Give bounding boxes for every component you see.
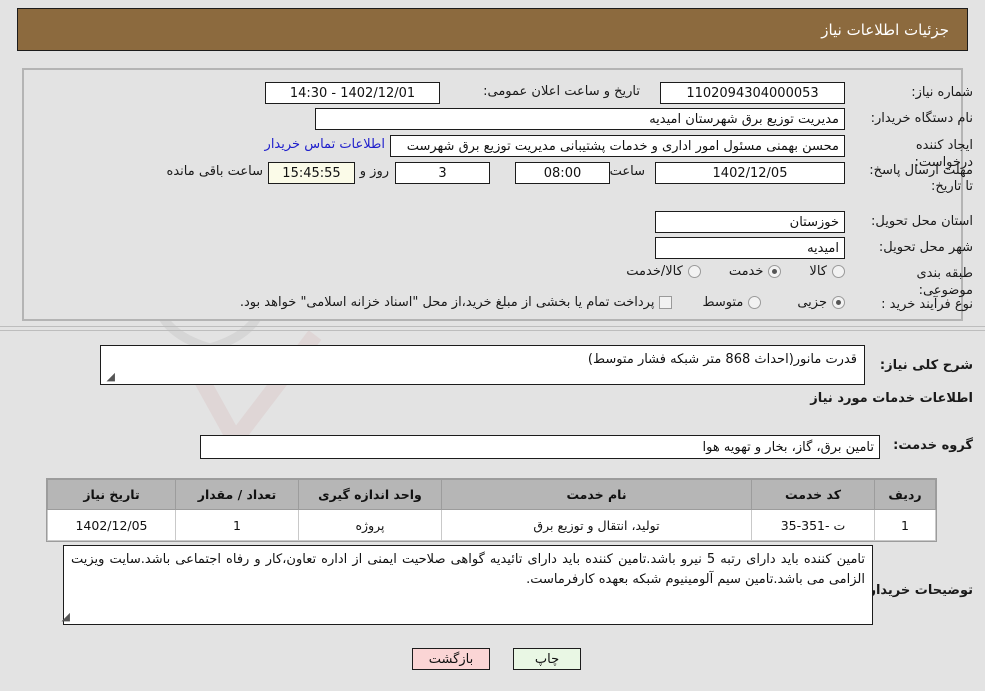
need-number-label: شماره نیاز:: [911, 85, 973, 100]
process-radio-motevaset[interactable]: متوسط: [702, 294, 762, 310]
col-row-no: ردیف: [874, 479, 936, 510]
radio-circle-icon[interactable]: [687, 264, 701, 278]
buyer-org-label: نام دستگاه خریدار:: [870, 111, 973, 126]
tender-details-page: AriaTender.net جزئیات اطلاعات نیاز شماره…: [0, 0, 985, 691]
description-textarea[interactable]: قدرت مانور(احداث 868 متر شبکه فشار متوسط…: [100, 345, 865, 385]
back-button[interactable]: بازگشت: [412, 648, 490, 670]
deadline-time-value: 08:00: [515, 162, 610, 184]
remaining-clock-value: 15:45:55: [268, 162, 355, 184]
radio-circle-icon[interactable]: [768, 264, 782, 278]
radio-circle-icon[interactable]: [832, 264, 845, 278]
cell-quantity: 1: [175, 509, 299, 541]
category-radio-kala[interactable]: کالا: [809, 264, 845, 279]
cell-row-no: 1: [874, 509, 936, 541]
resize-grip-icon[interactable]: ◢: [60, 611, 70, 622]
print-button[interactable]: چاپ: [513, 648, 581, 670]
services-section-heading: اطلاعات خدمات مورد نیاز: [810, 391, 973, 406]
category-option-label-1: خدمت: [728, 263, 764, 279]
process-radio-jozii[interactable]: جزیی: [797, 295, 845, 310]
col-unit: واحد اندازه گیری: [298, 479, 442, 510]
cell-need-date: 1402/12/05: [47, 509, 176, 541]
creator-value: محسن بهمنی مسئول امور اداری و خدمات پشتی…: [390, 135, 845, 157]
radio-circle-icon[interactable]: [748, 295, 762, 309]
announce-datetime-label: تاریخ و ساعت اعلان عمومی:: [483, 84, 640, 99]
buyer-notes-label: توضیحات خریدار:: [863, 583, 973, 598]
table-row: 1 ت -351-35 تولید، انتقال و توزیع برق پر…: [47, 509, 936, 541]
remaining-days-value: 3: [395, 162, 490, 184]
divider-top: [0, 326, 985, 327]
cell-service-name: تولید، انتقال و توزیع برق: [441, 509, 752, 541]
cell-unit: پروژه: [298, 509, 442, 541]
buyer-org-value: مدیریت توزیع برق شهرستان امیدیه: [315, 108, 845, 130]
buyer-contact-link[interactable]: اطلاعات تماس خریدار: [265, 137, 385, 152]
description-label: شرح کلی نیاز:: [879, 358, 973, 373]
divider-top-2: [0, 330, 985, 331]
treasury-checkbox-label: پرداخت تمام یا بخشی از مبلغ خرید،از محل …: [239, 294, 655, 310]
process-type-radio-group: جزیی متوسط پرداخت تمام یا بخشی از مبلغ خ…: [240, 291, 845, 313]
table-header-row: ردیف کد خدمت نام خدمت واحد اندازه گیری ت…: [47, 479, 936, 510]
category-radio-khedmat[interactable]: خدمت: [729, 264, 782, 279]
service-group-label: گروه خدمت:: [893, 438, 973, 453]
treasury-checkbox-item[interactable]: پرداخت تمام یا بخشی از مبلغ خرید،از محل …: [240, 295, 673, 310]
col-need-date: تاریخ نیاز: [47, 479, 176, 510]
category-option-label-0: کالا: [809, 263, 827, 279]
need-number-value: 1102094304000053: [660, 82, 845, 104]
province-value: خوزستان: [655, 211, 845, 233]
col-quantity: تعداد / مقدار: [175, 479, 299, 510]
process-option-label-0: جزیی: [797, 294, 827, 310]
process-type-label: نوع فرآیند خرید :: [881, 297, 973, 312]
need-info-panel: [22, 68, 963, 321]
process-option-label-1: متوسط: [702, 294, 744, 310]
category-option-label-2: کالا/خدمت: [626, 263, 683, 279]
col-service-name: نام خدمت: [441, 479, 752, 510]
category-radio-kala-khedmat[interactable]: کالا/خدمت: [626, 264, 701, 279]
page-title: جزئیات اطلاعات نیاز: [821, 20, 949, 39]
category-radio-group: کالا خدمت کالا/خدمت: [626, 260, 845, 282]
deadline-label: مهلت ارسال پاسخ: تا تاریخ:: [869, 163, 973, 194]
city-label: شهر محل تحویل:: [878, 240, 973, 255]
province-label: استان محل تحویل:: [871, 214, 973, 229]
cell-service-code: ت -351-35: [751, 509, 875, 541]
checkbox-icon[interactable]: [659, 295, 673, 309]
deadline-date-value: 1402/12/05: [655, 162, 845, 184]
services-table: ردیف کد خدمت نام خدمت واحد اندازه گیری ت…: [46, 478, 937, 542]
service-group-value: تامین برق، گاز، بخار و تهویه هوا: [200, 435, 880, 459]
page-header: جزئیات اطلاعات نیاز: [17, 8, 968, 51]
remaining-days-label: روز و: [359, 164, 389, 179]
radio-circle-icon[interactable]: [832, 295, 845, 309]
remaining-suffix-label: ساعت باقی مانده: [166, 164, 263, 179]
buyer-notes-textarea[interactable]: تامین کننده باید دارای رتبه 5 نیرو باشد.…: [63, 545, 873, 625]
col-service-code: کد خدمت: [751, 479, 875, 510]
city-value: امیدیه: [655, 237, 845, 259]
deadline-time-label: ساعت: [609, 164, 645, 179]
announce-datetime-value: 14:30 - 1402/12/01: [265, 82, 440, 104]
category-label: طبقه بندی موضوعی:: [916, 266, 974, 298]
resize-grip-icon[interactable]: ◢: [105, 371, 115, 382]
